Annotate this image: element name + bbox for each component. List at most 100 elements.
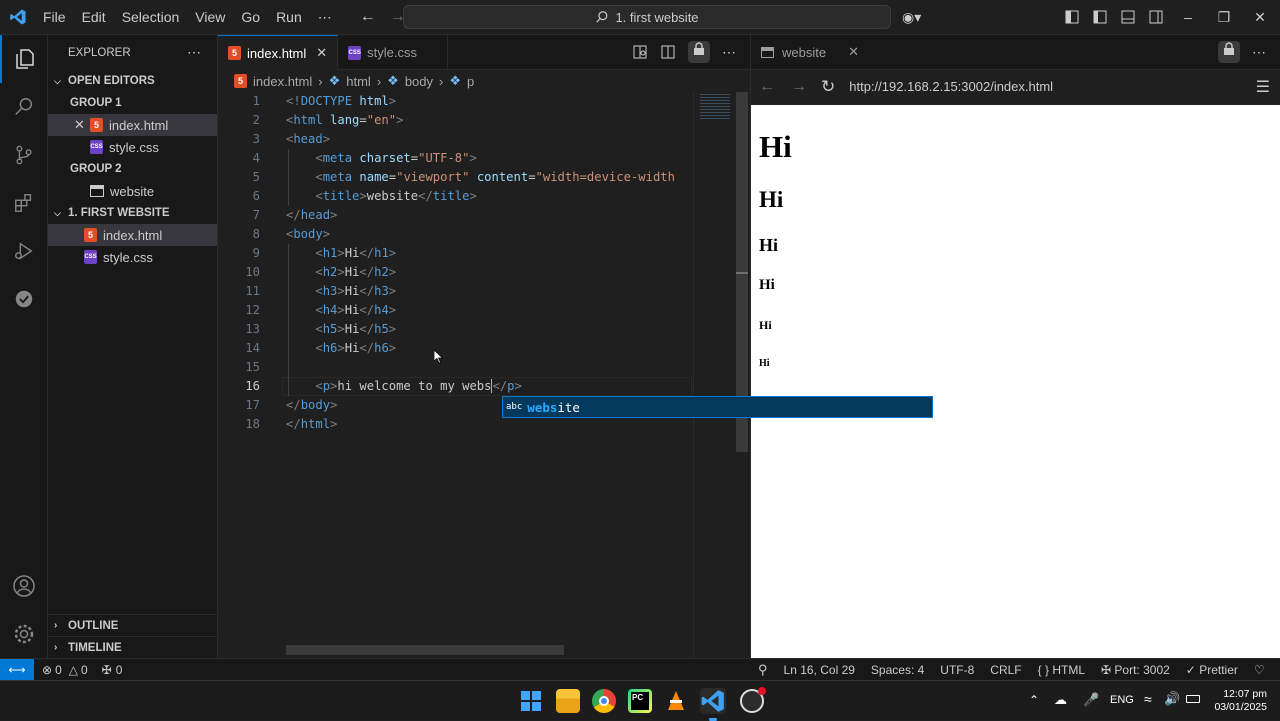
vertical-scrollbar[interactable] xyxy=(736,92,750,658)
tab-index-html[interactable]: 5 index.html ✕ xyxy=(218,35,339,70)
code-line: <h4>Hi</h4> xyxy=(315,303,397,317)
volume-icon[interactable]: 🔊 xyxy=(1164,691,1180,707)
source-control-icon[interactable] xyxy=(0,131,48,179)
maximize-button[interactable]: ❐ xyxy=(1206,0,1242,35)
folder-header[interactable]: ⌵ 1. FIRST WEBSITE xyxy=(48,202,217,224)
testing-check-icon[interactable] xyxy=(0,275,48,323)
remote-indicator[interactable]: ⟷ xyxy=(0,658,34,681)
tab-website[interactable]: website ✕ xyxy=(751,35,869,70)
problems-indicator[interactable]: ⊗ 0 △ 0 xyxy=(42,663,88,677)
reload-icon[interactable]: ↻ xyxy=(821,77,835,97)
close-window-button[interactable]: ✕ xyxy=(1242,0,1278,35)
clock[interactable]: 12:07 pm 03/01/2025 xyxy=(1207,688,1267,714)
encoding[interactable]: UTF-8 xyxy=(940,663,974,677)
more-actions-icon[interactable]: ⋯ xyxy=(1252,44,1266,61)
prettier-status[interactable]: ✓ Prettier xyxy=(1186,663,1238,677)
breadcrumb-html[interactable]: html xyxy=(346,74,371,89)
open-editor-index-html[interactable]: ✕ 5 index.html xyxy=(48,114,217,136)
show-hidden-icons-chevron[interactable]: ⌃ xyxy=(1029,693,1039,707)
back-arrow-icon[interactable]: ← xyxy=(360,8,376,26)
split-editor-icon[interactable] xyxy=(660,44,676,60)
onedrive-icon[interactable]: ☁ xyxy=(1054,692,1067,708)
menu-file[interactable]: File xyxy=(35,0,74,35)
menu-run[interactable]: Run xyxy=(268,0,310,35)
code-line: <title>website</title> xyxy=(315,189,477,203)
broadcast-icon: ✠ xyxy=(101,662,112,677)
line-number: 15 xyxy=(245,360,260,374)
close-icon[interactable]: ✕ xyxy=(74,117,90,133)
open-editor-style-css[interactable]: CSS style.css xyxy=(48,136,217,158)
search-activity-icon[interactable] xyxy=(0,83,48,131)
line-number: 8 xyxy=(252,227,260,241)
open-editor-website[interactable]: website xyxy=(48,180,217,202)
battery-icon[interactable] xyxy=(1186,695,1200,703)
url-input[interactable]: http://192.168.2.15:3002/index.html xyxy=(843,75,1239,99)
code-editor[interactable]: 1 <!DOCTYPE html> 2 <html lang="en"> 3 <hea… xyxy=(218,92,750,658)
more-actions-icon[interactable]: ⋯ xyxy=(722,44,736,61)
file-explorer-icon[interactable] xyxy=(556,689,580,713)
outline-header[interactable]: › OUTLINE xyxy=(48,614,217,636)
toggle-secondary-sidebar-icon[interactable] xyxy=(1148,9,1164,25)
breadcrumb-body[interactable]: body xyxy=(405,74,433,89)
explorer-more-icon[interactable]: ⋯ xyxy=(187,44,201,61)
wifi-icon[interactable]: ≈ xyxy=(1144,691,1152,707)
suggestion-match: webs xyxy=(527,399,558,415)
language-mode[interactable]: { } HTML xyxy=(1038,663,1085,677)
close-icon[interactable]: ✕ xyxy=(848,44,859,60)
cursor-position[interactable]: Ln 16, Col 29 xyxy=(784,663,855,677)
forward-arrow-icon[interactable]: → xyxy=(791,78,807,96)
chrome-icon[interactable] xyxy=(592,689,616,713)
copilot-icon[interactable]: ◉▾ xyxy=(902,9,921,26)
layout-customize-icon[interactable] xyxy=(1064,9,1080,25)
vlc-icon[interactable] xyxy=(664,689,688,713)
obs-icon[interactable] xyxy=(740,687,766,713)
menu-selection[interactable]: Selection xyxy=(114,0,188,35)
lock-icon[interactable] xyxy=(688,41,710,63)
microphone-icon[interactable]: 🎤 xyxy=(1083,692,1099,708)
chevron-right-icon: › xyxy=(54,620,58,631)
zoom-icon[interactable]: ⚲ xyxy=(758,662,768,678)
menu-go[interactable]: Go xyxy=(233,0,268,35)
code-line: <h6>Hi</h6> xyxy=(315,341,397,355)
text-word-icon: abc xyxy=(506,402,523,412)
tab-style-css[interactable]: CSS style.css xyxy=(338,35,449,70)
open-preview-icon[interactable] xyxy=(632,44,648,60)
breadcrumb-p[interactable]: p xyxy=(467,74,474,89)
open-editors-header[interactable]: ⌵ OPEN EDITORS xyxy=(48,70,217,92)
pycharm-icon[interactable]: PC xyxy=(628,689,652,713)
file-style-css[interactable]: CSS style.css xyxy=(48,246,217,268)
language-indicator[interactable]: ENG xyxy=(1110,694,1134,706)
command-center-search[interactable]: 1. first website xyxy=(403,5,891,29)
timeline-header[interactable]: › TIMELINE xyxy=(48,636,217,658)
windows-start-icon[interactable] xyxy=(519,689,543,713)
live-server-port[interactable]: ✠ Port: 3002 xyxy=(1101,663,1170,677)
indentation[interactable]: Spaces: 4 xyxy=(871,663,924,677)
settings-gear-icon[interactable] xyxy=(0,610,48,658)
autocomplete-suggestion[interactable]: abc webs ite xyxy=(502,396,933,418)
back-arrow-icon[interactable]: ← xyxy=(759,78,775,96)
ports-indicator[interactable]: ✠ 0 xyxy=(102,663,123,677)
extensions-icon[interactable] xyxy=(0,179,48,227)
minimize-button[interactable]: – xyxy=(1170,0,1206,35)
run-debug-icon[interactable] xyxy=(0,227,48,275)
line-ending[interactable]: CRLF xyxy=(990,663,1021,677)
menu-view[interactable]: View xyxy=(187,0,233,35)
toggle-sidebar-icon[interactable] xyxy=(1092,9,1108,25)
account-icon[interactable] xyxy=(0,562,48,610)
minimap[interactable] xyxy=(693,92,736,658)
breadcrumb-file[interactable]: index.html xyxy=(253,74,312,89)
menu-more[interactable]: ⋯ xyxy=(310,0,340,35)
horizontal-scrollbar[interactable] xyxy=(286,645,564,655)
notifications-bell-icon[interactable]: ♡ xyxy=(1254,663,1265,677)
lock-icon[interactable] xyxy=(1218,41,1240,63)
menu-icon[interactable]: ☰ xyxy=(1256,77,1270,97)
browser-nav-bar: ← → ↻ http://192.168.2.15:3002/index.htm… xyxy=(751,70,1280,104)
file-index-html[interactable]: 5 index.html xyxy=(48,224,217,246)
explorer-activity-icon[interactable] xyxy=(0,35,48,83)
vscode-taskbar-icon[interactable] xyxy=(700,688,726,721)
close-icon[interactable]: ✕ xyxy=(316,45,327,61)
line-number: 10 xyxy=(245,265,260,279)
browser-tab-bar: website ✕ ⋯ xyxy=(751,35,1280,70)
toggle-panel-icon[interactable] xyxy=(1120,9,1136,25)
menu-edit[interactable]: Edit xyxy=(74,0,114,35)
